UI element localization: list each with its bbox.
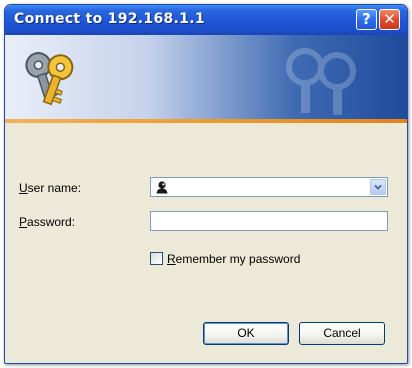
- username-combobox[interactable]: [150, 177, 388, 197]
- cancel-button[interactable]: Cancel: [299, 322, 385, 345]
- username-label-access-key: U: [19, 181, 28, 195]
- window-title: Connect to 192.168.1.1: [14, 11, 205, 27]
- keys-watermark-icon: [286, 48, 356, 115]
- remember-password-checkbox[interactable]: [150, 252, 163, 266]
- login-dialog: Connect to 192.168.1.1 ? ✕ User name: Pa…: [4, 4, 408, 364]
- remember-label-access-key: R: [167, 251, 176, 266]
- password-label: Password:: [19, 215, 75, 229]
- remember-password-label[interactable]: Remember my password: [167, 252, 300, 266]
- close-button[interactable]: ✕: [379, 9, 400, 30]
- username-label: User name:: [19, 181, 81, 195]
- user-icon: [156, 181, 168, 194]
- username-label-text: ser name:: [27, 181, 82, 195]
- keys-icon: [25, 52, 74, 106]
- close-icon: ✕: [383, 10, 396, 28]
- username-dropdown-button[interactable]: [370, 179, 386, 195]
- remember-label-text: emember my password: [175, 251, 301, 266]
- chevron-down-icon: [374, 184, 382, 190]
- help-icon: ?: [362, 10, 371, 28]
- help-button[interactable]: ?: [356, 9, 377, 30]
- ok-button[interactable]: OK: [203, 322, 289, 345]
- password-label-access-key: P: [19, 215, 28, 229]
- password-input[interactable]: [150, 211, 388, 231]
- title-bar[interactable]: Connect to 192.168.1.1 ? ✕: [5, 5, 407, 35]
- banner-accent-stripe: [5, 119, 407, 123]
- password-label-text: assword:: [27, 215, 76, 229]
- header-banner: [5, 35, 407, 119]
- remember-password-option[interactable]: Remember my password: [150, 250, 300, 266]
